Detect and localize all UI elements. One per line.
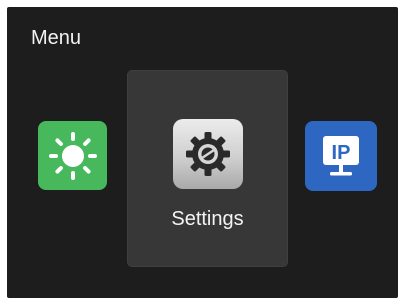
settings-label: Settings [171,208,244,230]
menu-screen: Menu Settings IP [7,7,398,298]
brightness-app-tile[interactable] [38,121,107,190]
ip-badge-text: IP [332,142,351,164]
gear-icon [186,132,230,176]
menu-title: Menu [31,27,82,49]
settings-tile [173,119,243,189]
settings-app-card[interactable]: Settings [128,71,287,266]
ip-app-tile[interactable]: IP [305,121,377,191]
brightness-icon [48,131,97,180]
ip-monitor-icon: IP [323,136,359,176]
